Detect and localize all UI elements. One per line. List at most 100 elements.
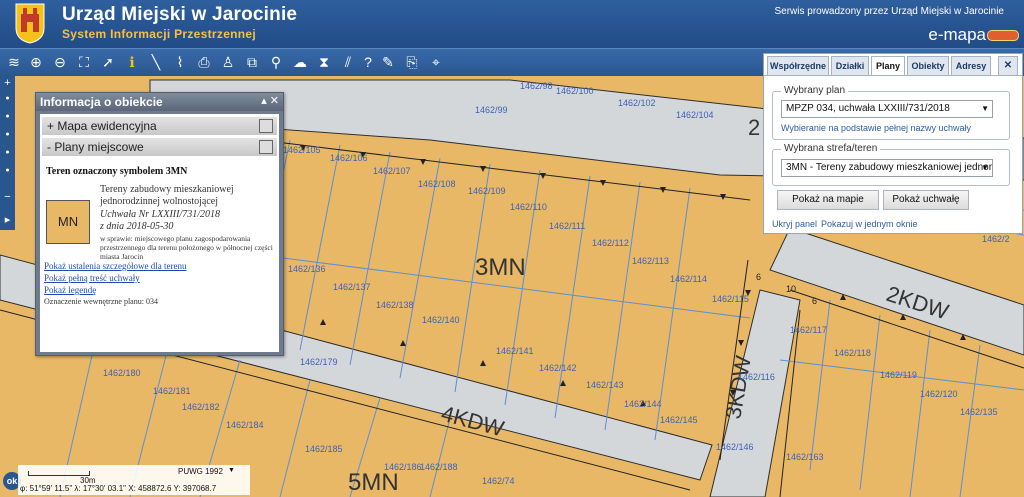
show-resolution-link[interactable]: Pokaż pełną treść uchwały bbox=[44, 273, 140, 283]
parcel-label: 1462/138 bbox=[376, 300, 414, 310]
parcel-label: 1462/140 bbox=[422, 315, 460, 325]
search-panel: Współrzędne Działki Plany Obiekty Adresy… bbox=[763, 53, 1023, 234]
info-window-controls[interactable]: ▴ ✕ bbox=[261, 94, 279, 107]
measure-area-icon[interactable]: ⌇ bbox=[170, 52, 190, 72]
street-view-icon[interactable]: ♙ bbox=[218, 52, 238, 72]
zoom-level-dot[interactable]: ● bbox=[0, 131, 15, 138]
parcel-label: 1462/135 bbox=[960, 407, 998, 417]
parcel-label: 1462/74 bbox=[482, 476, 515, 486]
print-icon[interactable]: ⎙ bbox=[194, 52, 214, 72]
zoom-level-dot[interactable]: ● bbox=[0, 167, 15, 174]
parcel-label: 1462/104 bbox=[676, 110, 714, 120]
parcel-label: 1462/114 bbox=[670, 274, 707, 284]
search-icon[interactable]: ⚲ bbox=[266, 52, 286, 72]
parcel-label: 1462/106 bbox=[330, 153, 368, 163]
parcel-label: 1462/143 bbox=[586, 380, 624, 390]
zoom-in-icon[interactable]: ⊕ bbox=[26, 52, 46, 72]
internal-plan-id: Oznaczenie wewnętrzne planu: 034 bbox=[44, 297, 158, 306]
close-panel-button[interactable]: ✕ bbox=[998, 56, 1018, 76]
tab-plans[interactable]: Plany bbox=[871, 56, 905, 76]
zone-symbol: MN bbox=[46, 200, 90, 244]
draw-icon[interactable]: ✎ bbox=[378, 52, 398, 72]
tab-addresses[interactable]: Adresy bbox=[951, 56, 991, 76]
print-icon[interactable] bbox=[259, 119, 273, 133]
zone-label-3mn: 3MN bbox=[475, 254, 526, 281]
parcel-label: 1462/136 bbox=[288, 264, 326, 274]
crs-select[interactable]: PUWG 1992 bbox=[178, 467, 223, 476]
parcel-label: 1462/108 bbox=[418, 179, 456, 189]
show-on-map-button[interactable]: Pokaż na mapie bbox=[777, 190, 879, 210]
single-window-link[interactable]: Pokazuj w jednym oknie bbox=[821, 219, 918, 229]
export-icon[interactable]: ⧉ bbox=[242, 52, 262, 72]
section-label: - Plany miejscowe bbox=[47, 140, 144, 154]
app-subtitle: System Informacji Przestrzennej bbox=[62, 27, 257, 41]
info-window-title[interactable]: Informacja o obiekcie bbox=[36, 93, 283, 111]
app-title: Urząd Miejski w Jarocinie bbox=[62, 4, 298, 25]
hide-panel-link[interactable]: Ukryj panel bbox=[772, 219, 817, 229]
zoom-extent-icon[interactable]: ⛶ bbox=[74, 52, 94, 72]
parcel-label: 1462/186 bbox=[384, 462, 422, 472]
parcel-label: 1462/184 bbox=[226, 420, 264, 430]
pdf-icon[interactable]: ⎘ bbox=[402, 52, 422, 72]
zoom-level-dot[interactable]: ● bbox=[0, 113, 15, 120]
parcel-label: 1462/141 bbox=[496, 346, 534, 356]
print-icon[interactable] bbox=[259, 140, 273, 154]
service-note: Serwis prowadzony przez Urząd Miejski w … bbox=[774, 6, 1004, 17]
parcel-label: 1462/163 bbox=[786, 452, 824, 462]
parcel-label: 1462/142 bbox=[539, 363, 577, 373]
section-local-plans[interactable]: - Plany miejscowe bbox=[42, 138, 277, 156]
plan-hint-link[interactable]: Wybieranie na podstawie pełnej nazwy uch… bbox=[781, 123, 971, 133]
show-resolution-button[interactable]: Pokaż uchwałę bbox=[883, 190, 969, 210]
parcel-label: 1462/119 bbox=[880, 370, 917, 380]
brand-logo: e-mapa bbox=[928, 25, 986, 44]
resolution-scope: w sprawie: miejscowego planu zagospodaro… bbox=[100, 234, 273, 261]
plan-select-value: MPZP 034, uchwała LXXIII/731/2018 bbox=[786, 103, 950, 114]
plan-legend: Wybrany plan bbox=[781, 85, 849, 96]
zoom-minus-button[interactable]: − bbox=[0, 191, 15, 203]
zoom-out-icon[interactable]: ⊖ bbox=[50, 52, 70, 72]
zone-desc: Tereny zabudowy mieszkaniowej bbox=[100, 184, 234, 195]
resolution-number: Uchwała Nr LXXIII/731/2018 bbox=[100, 209, 220, 220]
zone-label-cut: 2 bbox=[748, 115, 760, 140]
parcel-label: 1462/99 bbox=[475, 105, 508, 115]
show-details-link[interactable]: Pokaż ustalenia szczegółowe dla terenu bbox=[44, 261, 186, 271]
zone-label-5mn: 5MN bbox=[348, 469, 399, 496]
show-legend-link[interactable]: Pokaż legendę bbox=[44, 285, 96, 295]
parcel-label: 1462/120 bbox=[920, 389, 958, 399]
zoom-level-dot[interactable]: ● bbox=[0, 95, 15, 102]
pointer-icon[interactable]: ➚ bbox=[98, 52, 118, 72]
chevron-down-icon[interactable]: ▼ bbox=[228, 467, 235, 474]
comment-icon[interactable]: ☁ bbox=[290, 52, 310, 72]
parcel-label: 1462/144 bbox=[624, 399, 662, 409]
hatch-icon[interactable]: ⫽ bbox=[338, 52, 358, 72]
chevron-down-icon: ▼ bbox=[981, 104, 989, 113]
zoom-plus-button[interactable]: + bbox=[0, 77, 15, 89]
parcel-label: 1462/181 bbox=[153, 386, 191, 396]
help-icon[interactable]: ? bbox=[358, 52, 378, 72]
status-bar: 30m PUWG 1992 ▼ φ: 51°59' 11.5" λ: 17°30… bbox=[18, 465, 250, 495]
parcel-label: 1462/100 bbox=[556, 86, 594, 96]
plan-select[interactable]: MPZP 034, uchwała LXXIII/731/2018 ▼ bbox=[781, 100, 993, 118]
tab-parcels[interactable]: Działki bbox=[831, 56, 869, 76]
coords-icon[interactable]: ⌖ bbox=[426, 52, 446, 72]
tab-objects[interactable]: Obiekty bbox=[907, 56, 949, 76]
zone-select[interactable]: 3MN - Tereny zabudowy mieszkaniowej jedn… bbox=[781, 159, 993, 177]
zone-desc: jednorodzinnej wolnostojącej bbox=[100, 196, 219, 207]
parcel-label: 1462/2 bbox=[982, 234, 1010, 244]
parcel-label: 1462/113 bbox=[632, 256, 669, 266]
zone-select-value: 3MN - Tereny zabudowy mieszkaniowej jedn… bbox=[786, 162, 993, 173]
parcel-label: 1462/179 bbox=[300, 357, 338, 367]
measure-line-icon[interactable]: ╲ bbox=[146, 52, 166, 72]
clip-icon[interactable]: ⧗ bbox=[314, 52, 334, 72]
dim-label: 10 bbox=[786, 284, 796, 294]
info-icon[interactable]: ℹ bbox=[122, 52, 142, 72]
zone-heading: Teren oznaczony symbolem 3MN bbox=[46, 166, 188, 177]
layers-icon[interactable]: ≋ bbox=[4, 52, 24, 72]
parcel-label: 1462/146 bbox=[716, 442, 754, 452]
tab-coordinates[interactable]: Współrzędne bbox=[767, 56, 829, 76]
parcel-label: 1462/116 bbox=[738, 372, 775, 382]
chevron-down-icon: ▼ bbox=[981, 163, 989, 172]
zoom-level-dot[interactable]: ● bbox=[0, 149, 15, 156]
expand-panel-button[interactable]: ▸ bbox=[0, 213, 15, 226]
section-cadastral-map[interactable]: + Mapa ewidencyjna bbox=[42, 117, 277, 135]
